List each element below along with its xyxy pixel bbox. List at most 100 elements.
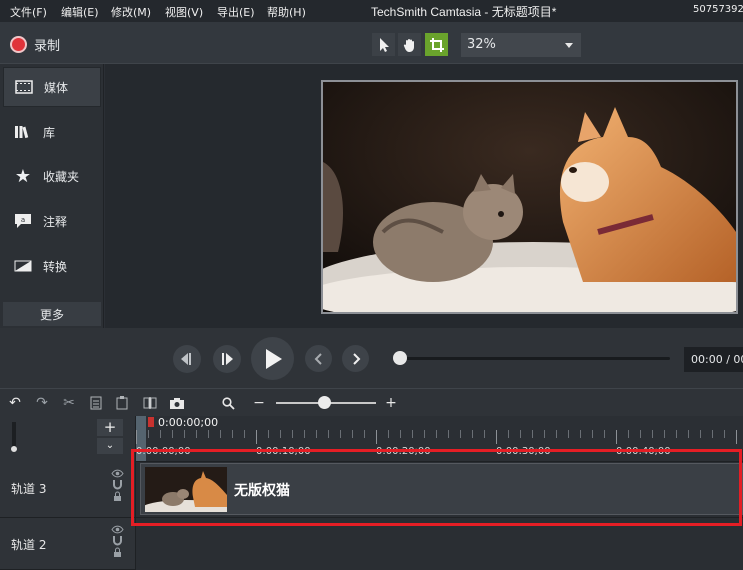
timeline-toolbar: ↶ ↷ ✂ − + (0, 388, 743, 416)
track-controls (111, 525, 124, 558)
scrubber-handle[interactable] (393, 351, 407, 365)
ruler-tick (448, 430, 449, 438)
next-button[interactable] (342, 345, 369, 372)
cut-button[interactable]: ✂ (60, 394, 78, 412)
eye-icon[interactable] (111, 525, 124, 534)
pan-tool-button[interactable] (398, 33, 421, 56)
zoom-search-button[interactable] (219, 394, 237, 412)
split-button[interactable] (141, 394, 159, 412)
track-controls (111, 469, 124, 502)
ruler-tick (364, 430, 365, 438)
paste-icon (116, 396, 128, 410)
ruler-tick (376, 430, 377, 444)
ruler-tick (244, 430, 245, 438)
crop-icon (429, 37, 444, 52)
ruler-tick (328, 430, 329, 438)
ruler-tick (724, 430, 725, 438)
ruler-tick (424, 430, 425, 438)
play-button[interactable] (251, 337, 294, 380)
magnet-icon[interactable] (112, 535, 123, 546)
preview-image (323, 82, 736, 312)
ruler-tick (712, 430, 713, 438)
timeline-zoom-handle[interactable] (318, 396, 331, 409)
ruler-tick (400, 430, 401, 438)
redo-button[interactable]: ↷ (33, 394, 51, 412)
menu-file[interactable]: 文件(F) (10, 4, 47, 20)
zoom-select[interactable]: 32% (461, 33, 581, 57)
ruler-tick (232, 430, 233, 438)
user-id: 507573925 (693, 4, 743, 15)
menu-edit[interactable]: 编辑(E) (61, 4, 99, 20)
sidebar-item-media[interactable]: 媒体 (3, 67, 101, 107)
annotation-icon: a (13, 213, 33, 229)
app-title: TechSmith Camtasia - 无标题项目* (371, 5, 557, 19)
zoom-in-button[interactable]: + (382, 394, 400, 412)
ruler-tick (484, 430, 485, 438)
collapse-tracks-button[interactable]: ⌄ (97, 438, 123, 454)
ruler-tick (736, 430, 737, 444)
more-button[interactable]: 更多 (3, 302, 101, 326)
select-tool-button[interactable] (372, 33, 395, 56)
paste-button[interactable] (113, 394, 131, 412)
sidebar-item-transitions[interactable]: 转换 (3, 246, 101, 286)
ruler-tick (556, 430, 557, 438)
menu-view[interactable]: 视图(V) (165, 4, 203, 20)
step-back-icon (181, 353, 191, 365)
ruler-tick (196, 430, 197, 438)
sidebar-item-annotations[interactable]: a 注释 (3, 201, 101, 241)
playhead-marker[interactable] (148, 417, 154, 427)
snapshot-button[interactable] (168, 394, 186, 412)
step-back-button[interactable] (173, 345, 201, 373)
plus-icon: + (385, 395, 397, 411)
redo-icon: ↷ (36, 395, 48, 411)
transition-icon (13, 258, 33, 274)
add-track-button[interactable]: + (97, 419, 123, 436)
ruler-tick (412, 430, 413, 438)
playback-bar: 00:00 / 00: (0, 328, 743, 388)
sidebar-item-label: 注释 (43, 214, 68, 229)
ruler-tick (292, 430, 293, 438)
sidebar-item-favorites[interactable]: ★ 收藏夹 (3, 156, 101, 196)
magnet-icon[interactable] (112, 479, 123, 490)
svg-text:a: a (21, 216, 25, 224)
ruler-tick (136, 430, 137, 444)
ruler-tick (184, 430, 185, 438)
chevron-down-icon: ⌄ (105, 440, 115, 451)
play-icon (265, 348, 282, 369)
ruler-tick (316, 430, 317, 438)
video-preview[interactable] (321, 80, 738, 314)
ruler-tick (532, 430, 533, 438)
zoom-out-button[interactable]: − (250, 394, 268, 412)
star-icon: ★ (14, 165, 32, 187)
track-height-handle[interactable] (11, 446, 17, 452)
undo-button[interactable]: ↶ (6, 394, 24, 412)
playback-scrubber[interactable] (398, 357, 670, 360)
lock-icon[interactable] (113, 547, 122, 558)
ruler-tick (520, 430, 521, 438)
menu-help[interactable]: 帮助(H) (267, 4, 306, 20)
menu-modify[interactable]: 修改(M) (111, 4, 151, 20)
crop-tool-button[interactable] (425, 33, 448, 56)
copy-icon (90, 396, 102, 410)
lock-icon[interactable] (113, 491, 122, 502)
ruler-tick (688, 430, 689, 438)
ruler-tick (544, 430, 545, 438)
ruler-tick (664, 430, 665, 438)
sidebar-item-label: 收藏夹 (43, 169, 80, 184)
ruler-tick (628, 430, 629, 438)
film-icon (14, 79, 34, 95)
eye-icon[interactable] (111, 469, 124, 478)
step-forward-button[interactable] (213, 345, 241, 373)
arrow-icon (379, 37, 389, 52)
previous-button[interactable] (305, 345, 332, 372)
record-button[interactable]: 录制 (10, 34, 60, 54)
step-forward-icon (222, 353, 233, 365)
menu-export[interactable]: 导出(E) (217, 4, 255, 20)
ruler-tick (160, 430, 161, 438)
copy-button[interactable] (87, 394, 105, 412)
sidebar-item-library[interactable]: 库 (3, 112, 101, 152)
search-icon (221, 396, 235, 410)
ruler-tick (172, 430, 173, 438)
track-height-slider[interactable] (11, 422, 17, 452)
ruler-tick (460, 430, 461, 438)
